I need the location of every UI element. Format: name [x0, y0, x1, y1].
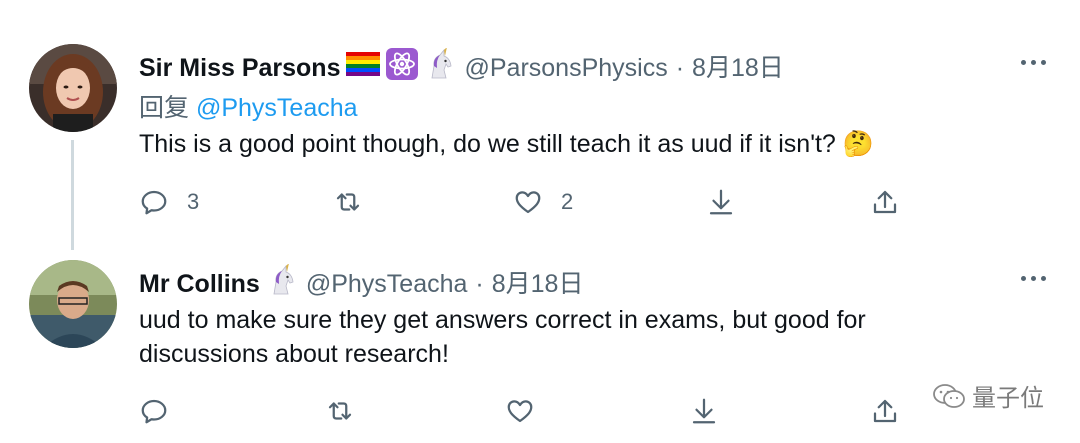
- user-handle[interactable]: @ParsonsPhysics: [464, 53, 667, 83]
- separator-dot: ·: [675, 53, 685, 82]
- replying-to: 回复 @PhysTeacha: [139, 88, 358, 124]
- share-button[interactable]: [870, 185, 900, 219]
- retweet-icon: [328, 402, 352, 420]
- tweet-header: Sir Miss Parsons @ParsonsPhysics · 8月18日: [139, 47, 784, 87]
- tweet-text: uud to make sure they get answers correc…: [139, 303, 866, 371]
- retweet-icon: [336, 193, 360, 211]
- tweet-1[interactable]: Sir Miss Parsons @ParsonsPhysics · 8月18日…: [0, 0, 1080, 250]
- more-dot-icon: [1031, 60, 1036, 65]
- reply-button[interactable]: 3: [139, 185, 199, 219]
- tweet-actions: [139, 394, 919, 428]
- avatar[interactable]: [29, 44, 117, 132]
- heart-icon: [515, 191, 541, 214]
- tweet-date[interactable]: 8月18日: [692, 53, 784, 83]
- avatar[interactable]: [29, 260, 117, 348]
- display-name[interactable]: Mr Collins: [139, 269, 260, 299]
- atom-symbol-icon: [386, 48, 419, 87]
- watermark-text: 量子位: [972, 385, 1044, 412]
- avatar-image: [29, 44, 117, 132]
- arrow-down-icon: [692, 398, 716, 424]
- more-dot-icon: [1031, 276, 1036, 281]
- reply-icon: [141, 190, 167, 215]
- tweet-text: This is a good point though, do we still…: [139, 130, 874, 158]
- share-icon: [873, 399, 897, 423]
- tweet-date[interactable]: 8月18日: [492, 269, 584, 299]
- downvote-button[interactable]: [706, 185, 736, 219]
- rainbow-flag-icon: [346, 52, 381, 83]
- tweet-actions: 3 2: [139, 185, 919, 219]
- more-dot-icon: [1021, 276, 1026, 281]
- thread-connector: [71, 140, 74, 250]
- display-name[interactable]: Sir Miss Parsons: [139, 53, 340, 83]
- more-dot-icon: [1041, 60, 1046, 65]
- tweet-2[interactable]: Mr Collins @PhysTeacha · 8月18日 uud to ma…: [0, 250, 1080, 443]
- tweet-text-line: discussions about research!: [139, 340, 449, 368]
- tweet-text-line: uud to make sure they get answers correc…: [139, 306, 866, 334]
- unicorn-icon: [266, 263, 298, 303]
- share-button[interactable]: [870, 394, 900, 428]
- like-count: 2: [561, 189, 574, 214]
- user-handle[interactable]: @PhysTeacha: [306, 269, 468, 299]
- downvote-button[interactable]: [689, 394, 719, 428]
- more-dot-icon: [1041, 276, 1046, 281]
- wechat-icon: [933, 383, 965, 408]
- reply-handle-link[interactable]: @PhysTeacha: [196, 94, 358, 122]
- avatar-image: [29, 260, 117, 348]
- retweet-button[interactable]: [333, 185, 363, 219]
- retweet-button[interactable]: [325, 394, 355, 428]
- reply-icon: [141, 399, 167, 424]
- heart-icon: [507, 400, 533, 423]
- reply-count: 3: [187, 189, 200, 214]
- more-options-button[interactable]: [1021, 276, 1046, 281]
- like-button[interactable]: [505, 394, 535, 428]
- watermark: 量子位: [932, 378, 1044, 413]
- like-button[interactable]: 2: [513, 185, 573, 219]
- share-icon: [873, 190, 897, 214]
- more-options-button[interactable]: [1021, 60, 1046, 65]
- reply-prefix: 回复: [139, 94, 190, 122]
- unicorn-icon: [424, 47, 456, 87]
- tweet-header: Mr Collins @PhysTeacha · 8月18日: [139, 263, 584, 303]
- more-dot-icon: [1021, 60, 1026, 65]
- reply-button[interactable]: [139, 394, 169, 428]
- arrow-down-icon: [709, 189, 733, 215]
- separator-dot: ·: [475, 269, 484, 298]
